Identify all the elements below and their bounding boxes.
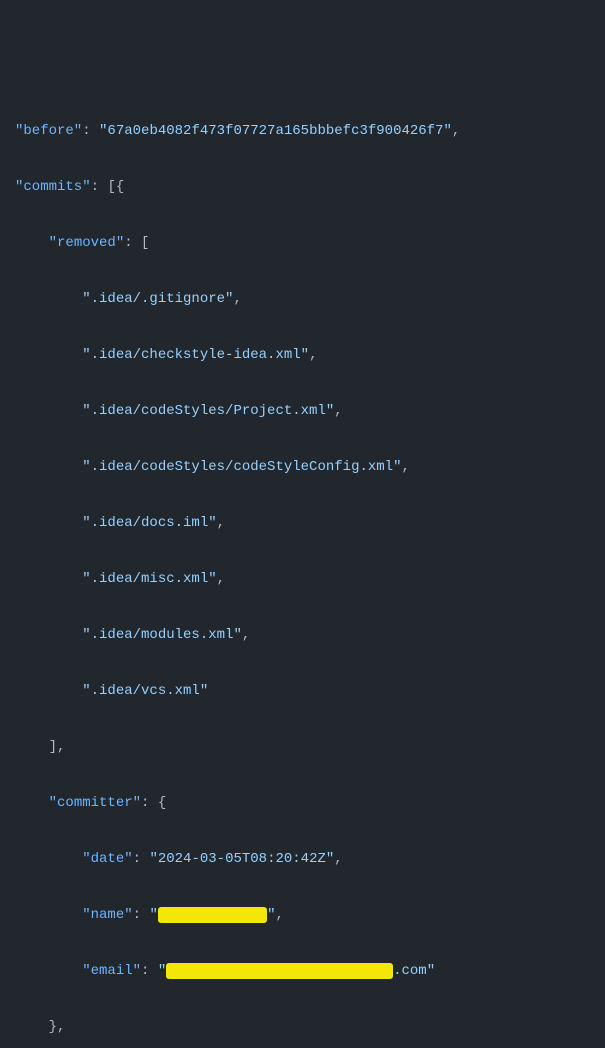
json-line-removed-item: ".idea/docs.iml", bbox=[15, 509, 590, 537]
redacted-name: xxxxxxxxxxxxx bbox=[158, 907, 267, 923]
json-line-removed-item: ".idea/modules.xml", bbox=[15, 621, 590, 649]
json-line-removed-item: ".idea/vcs.xml" bbox=[15, 677, 590, 705]
redacted-email: xxxxxxxxxxxxxxxxxxxxxxxxxxx bbox=[166, 963, 393, 979]
json-line-removed-item: ".idea/.gitignore", bbox=[15, 285, 590, 313]
value: ".idea/codeStyles/Project.xml" bbox=[82, 403, 334, 419]
value: .com" bbox=[393, 963, 435, 979]
json-line-committer-close: }, bbox=[15, 1013, 590, 1041]
value: ".idea/codeStyles/codeStyleConfig.xml" bbox=[82, 459, 401, 475]
key: "removed" bbox=[49, 235, 125, 251]
value: ".idea/.gitignore" bbox=[82, 291, 233, 307]
json-line-email: "email": "xxxxxxxxxxxxxxxxxxxxxxxxxxx.co… bbox=[15, 957, 590, 985]
value: ".idea/vcs.xml" bbox=[82, 683, 208, 699]
value: ".idea/checkstyle-idea.xml" bbox=[82, 347, 309, 363]
json-line-before: "before": "67a0eb4082f473f07727a165bbbef… bbox=[15, 117, 590, 145]
key: "date" bbox=[82, 851, 132, 867]
key: "committer" bbox=[49, 795, 141, 811]
json-line-removed-item: ".idea/codeStyles/codeStyleConfig.xml", bbox=[15, 453, 590, 481]
json-line-removed-item: ".idea/misc.xml", bbox=[15, 565, 590, 593]
key: "commits" bbox=[15, 179, 91, 195]
key: "email" bbox=[82, 963, 141, 979]
json-line-date: "date": "2024-03-05T08:20:42Z", bbox=[15, 845, 590, 873]
key: "before" bbox=[15, 123, 82, 139]
json-line-committer: "committer": { bbox=[15, 789, 590, 817]
json-line-removed-item: ".idea/checkstyle-idea.xml", bbox=[15, 341, 590, 369]
value: "67a0eb4082f473f07727a165bbbefc3f900426f… bbox=[99, 123, 452, 139]
json-line-commits: "commits": [{ bbox=[15, 173, 590, 201]
json-line-removed-close: ], bbox=[15, 733, 590, 761]
value: ".idea/modules.xml" bbox=[82, 627, 242, 643]
value: ".idea/docs.iml" bbox=[82, 515, 216, 531]
value: "2024-03-05T08:20:42Z" bbox=[149, 851, 334, 867]
value: ".idea/misc.xml" bbox=[82, 571, 216, 587]
json-line-name: "name": "xxxxxxxxxxxxx", bbox=[15, 901, 590, 929]
json-line-removed-item: ".idea/codeStyles/Project.xml", bbox=[15, 397, 590, 425]
key: "name" bbox=[82, 907, 132, 923]
json-line-removed: "removed": [ bbox=[15, 229, 590, 257]
